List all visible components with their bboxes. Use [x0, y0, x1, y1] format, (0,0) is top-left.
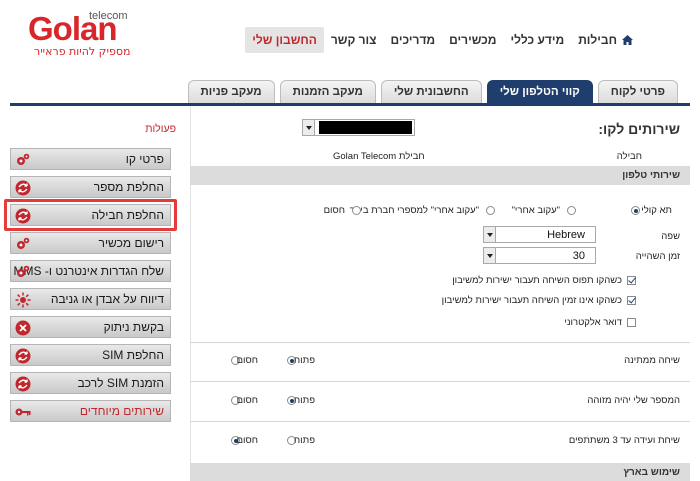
action-order-car-sim[interactable]: הזמנת SIM לרכב [10, 372, 171, 394]
gears-icon [17, 153, 30, 165]
conference-call-label: שיחת ועידה עד 3 משתתפים [568, 435, 680, 446]
home-icon [622, 35, 633, 45]
divider [190, 342, 690, 343]
radio-call-waiting-blocked-label: חסום [236, 355, 258, 366]
logo-telecom-text: telecom [89, 10, 128, 22]
action-label: החלפת SIM [102, 348, 164, 362]
caller-id-label: המספר שלי יהיה מזוהה [587, 395, 680, 406]
action-label: רישום מכשיר [98, 236, 164, 250]
gears-icon [17, 265, 30, 277]
action-register-device[interactable]: רישום מכשיר [10, 232, 171, 254]
checkbox-email[interactable] [627, 318, 636, 327]
action-report-loss[interactable]: דיווח על אבדן או גניבה [10, 288, 171, 310]
domestic-usage-title: שימוש בארץ [623, 467, 680, 478]
checkbox-busy-to-voicemail[interactable] [627, 276, 636, 285]
action-change-number[interactable]: החלפת מספר [10, 176, 171, 198]
chevron-down-icon [484, 227, 496, 242]
action-line-details[interactable]: פרטי קו [10, 148, 171, 170]
action-disconnect[interactable]: בקשת ניתוק [10, 316, 171, 338]
domestic-usage-header: שימוש בארץ [190, 463, 690, 481]
swap-icon [15, 180, 31, 196]
action-label: פרטי קו [125, 152, 164, 166]
radio-follow-me[interactable] [567, 206, 576, 215]
language-label: שפה [661, 231, 680, 242]
radio-conference-open-label: פתוח [293, 435, 315, 446]
radio-follow-me-label: "עקוב אחרי" [511, 205, 560, 216]
top-navigation: חבילות מידע כללי מכשירים מדריכים צור קשר… [245, 27, 640, 53]
phone-services-title: שירותי טלפון [622, 170, 680, 181]
logo-slogan: מספיק להיות פראייר [34, 45, 131, 58]
wait-time-label: זמן השהייה [635, 251, 680, 262]
radio-conference-blocked-label: חסום [236, 435, 258, 446]
actions-sidebar: פעולות פרטי קו החלפת מספר החלפת חבילה רי… [10, 106, 191, 481]
chevron-down-icon [303, 120, 315, 135]
nav-guides[interactable]: מדריכים [383, 27, 442, 53]
action-label: שלח הגדרות אינטרנט ו- MMS [14, 264, 164, 278]
checkbox-email-label: דואר אלקטרוני [564, 317, 622, 328]
tab-my-invoice[interactable]: החשבונית שלי [380, 80, 482, 103]
checkbox-unavailable-to-voicemail[interactable] [627, 296, 636, 305]
radio-voicemail-blocked-label: חסום [323, 205, 345, 216]
swap-icon [15, 348, 31, 364]
nav-my-account[interactable]: החשבון שלי [245, 27, 324, 53]
divider [190, 381, 690, 382]
lines-label: שירותים לקו: [598, 121, 680, 137]
tab-order-tracking[interactable]: מעקב הזמנות [279, 80, 376, 103]
wait-time-select[interactable]: 30 [483, 247, 596, 264]
action-label: הזמנת SIM לרכב [77, 376, 164, 390]
tab-customer-details[interactable]: פרטי לקוח [597, 80, 678, 103]
action-label: החלפת מספר [93, 180, 164, 194]
key-icon [15, 408, 31, 416]
radio-follow-me-beeper[interactable] [486, 206, 495, 215]
action-label: שירותים מיוחדים [79, 404, 164, 418]
line-select[interactable] [302, 119, 415, 136]
radio-call-waiting-open-label: פתוח [293, 355, 315, 366]
sun-icon [15, 292, 31, 308]
wait-time-value: 30 [572, 250, 585, 262]
account-tabs: פרטי לקוח קווי הטלפון שלי החשבונית שלי מ… [183, 80, 678, 103]
action-change-sim[interactable]: החלפת SIM [10, 344, 171, 366]
divider [190, 421, 690, 422]
radio-caller-id-open-label: פתוח [293, 395, 315, 406]
tab-my-phone-lines[interactable]: קווי הטלפון שלי [486, 80, 593, 103]
checkbox-unavailable-label: כשהקו אינו זמין השיחה תעבור ישירות למשיב… [441, 295, 622, 306]
swap-icon [15, 376, 31, 392]
action-send-settings[interactable]: שלח הגדרות אינטרנט ו- MMS [10, 260, 171, 282]
action-label: דיווח על אבדן או גניבה [50, 292, 164, 306]
call-waiting-label: שיחה ממתינה [624, 355, 680, 366]
gears-icon [17, 237, 30, 249]
radio-voicemail-label: תא קולי [641, 205, 672, 216]
action-special-services[interactable]: שירותים מיוחדים [10, 400, 171, 422]
nav-contact[interactable]: צור קשר [324, 27, 384, 53]
phone-services-header: שירותי טלפון [190, 166, 690, 185]
checkbox-busy-label: כשהקו תפוס השיחה תעבור ישירות למשיבון [452, 275, 622, 286]
nav-devices[interactable]: מכשירים [442, 27, 503, 53]
main-panel: שירותים לקו: חבילה חבילת Golan Telecom ש… [190, 106, 690, 481]
x-circle-icon [15, 320, 31, 336]
radio-follow-me-beeper-label: "עקוב אחרי" למספרי חברת ביפר [349, 205, 479, 216]
package-label: חבילה [616, 151, 642, 162]
action-label: בקשת ניתוק [103, 320, 164, 334]
radio-voicemail-blocked[interactable] [352, 206, 361, 215]
radio-voicemail[interactable] [631, 206, 640, 215]
highlight-change-package [4, 199, 177, 231]
sidebar-title: פעולות [145, 123, 176, 135]
package-value: חבילת Golan Telecom [333, 151, 425, 162]
nav-packages[interactable]: חבילות [571, 27, 640, 53]
tab-inquiry-tracking[interactable]: מעקב פניות [187, 80, 275, 103]
redacted-phone-number [319, 121, 412, 134]
language-select[interactable]: Hebrew [483, 226, 596, 243]
chevron-down-icon [484, 248, 496, 263]
nav-packages-label: חבילות [578, 33, 617, 47]
language-value: Hebrew [547, 229, 585, 241]
radio-caller-id-blocked-label: חסום [236, 395, 258, 406]
nav-general-info[interactable]: מידע כללי [503, 27, 571, 53]
golan-logo[interactable]: Golan telecom מספיק להיות פראייר [28, 6, 138, 58]
